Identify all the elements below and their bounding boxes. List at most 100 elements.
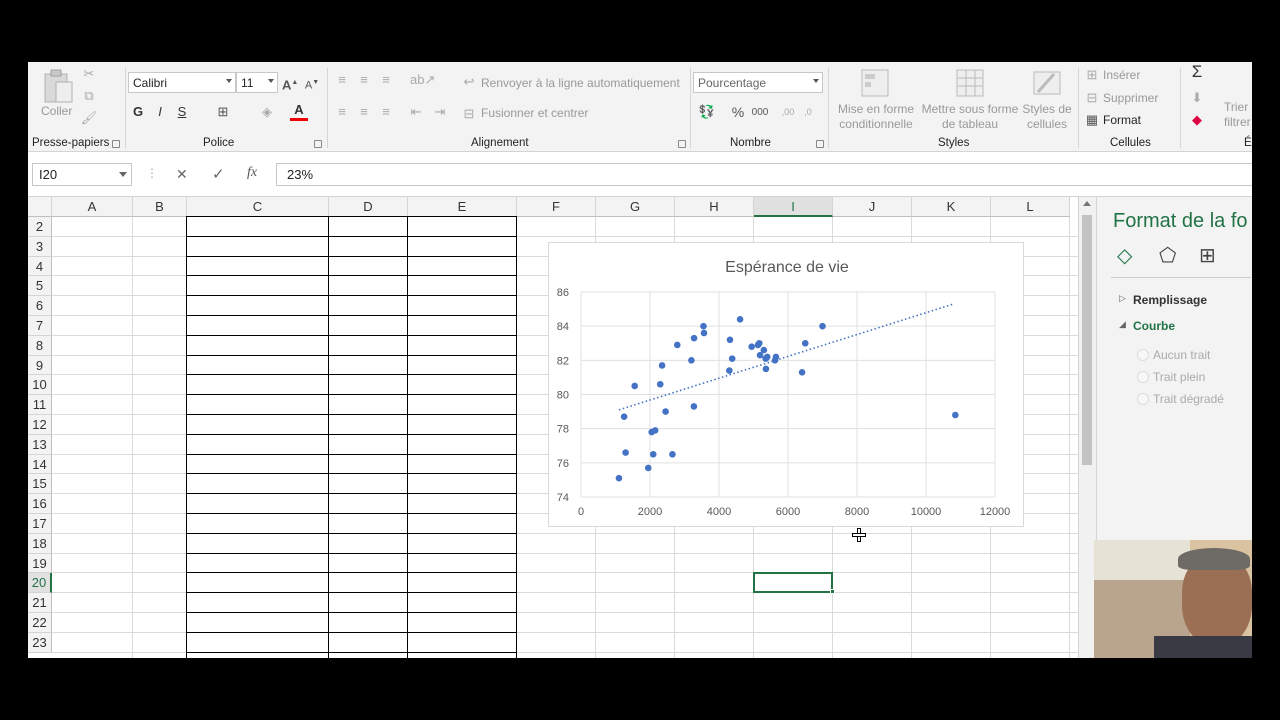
table-cell[interactable] — [329, 257, 408, 277]
table-cell[interactable] — [408, 237, 517, 257]
table-cell[interactable] — [408, 593, 517, 613]
align-middle-icon[interactable]: ≡ — [356, 72, 372, 88]
align-bottom-icon[interactable]: ≡ — [378, 72, 394, 88]
table-cell[interactable] — [329, 494, 408, 514]
table-cell[interactable] — [329, 395, 408, 415]
row-header-13[interactable]: 13 — [28, 434, 52, 455]
row-header-6[interactable]: 6 — [28, 296, 52, 316]
table-cell[interactable] — [408, 316, 517, 336]
table-cell[interactable] — [329, 455, 408, 475]
cell-styles-button[interactable]: Styles de cellules — [1020, 66, 1074, 132]
table-cell[interactable] — [329, 356, 408, 376]
table-cell[interactable] — [187, 395, 329, 415]
align-center-icon[interactable]: ≡ — [356, 104, 372, 120]
column-header-h[interactable]: H — [675, 197, 754, 217]
delete-button[interactable]: Supprimer — [1103, 91, 1158, 105]
table-cell[interactable] — [329, 237, 408, 257]
table-cell[interactable] — [329, 633, 408, 653]
row-header-16[interactable]: 16 — [28, 494, 52, 514]
table-cell[interactable] — [329, 514, 408, 534]
table-cell[interactable] — [187, 613, 329, 633]
line-section[interactable]: Courbe — [1133, 319, 1175, 333]
table-cell[interactable] — [187, 474, 329, 494]
table-cell[interactable] — [187, 573, 329, 593]
column-header-c[interactable]: C — [187, 197, 329, 217]
font-color-icon[interactable]: A — [290, 102, 308, 121]
align-right-icon[interactable]: ≡ — [378, 104, 394, 120]
scroll-up-icon[interactable] — [1083, 201, 1091, 206]
column-header-i[interactable]: I — [754, 197, 833, 217]
fill-handle[interactable] — [830, 589, 835, 595]
autosum-icon[interactable]: Σ — [1188, 63, 1206, 80]
cancel-icon[interactable]: ✕ — [176, 166, 188, 183]
row-header-18[interactable]: 18 — [28, 533, 52, 554]
table-cell[interactable] — [408, 336, 517, 356]
column-header-l[interactable]: L — [991, 197, 1070, 217]
clipboard-launcher[interactable] — [112, 140, 120, 148]
row-header-17[interactable]: 17 — [28, 514, 52, 534]
table-cell[interactable] — [329, 375, 408, 395]
align-left-icon[interactable]: ≡ — [334, 104, 350, 120]
italic-button[interactable]: I — [152, 104, 168, 120]
row-header-23[interactable]: 23 — [28, 632, 52, 653]
table-cell[interactable] — [187, 356, 329, 376]
cell-g20[interactable] — [602, 573, 673, 593]
line-collapse-icon[interactable]: ◢ — [1119, 319, 1126, 330]
scatter-chart[interactable]: Espérance de vie 74 76 78 80 82 84 86 0 2000 4000 6… — [548, 242, 1024, 527]
conditional-format-button[interactable]: Mise en forme conditionnelle — [832, 66, 920, 132]
row-header-7[interactable]: 7 — [28, 316, 52, 336]
orientation-icon[interactable]: ab↗ — [410, 72, 435, 88]
row-header-10[interactable]: 10 — [28, 375, 52, 396]
decrease-decimal-icon[interactable]: ,0 — [800, 104, 816, 120]
table-cell[interactable] — [329, 415, 408, 435]
table-cell[interactable] — [187, 633, 329, 653]
table-cell[interactable] — [329, 336, 408, 356]
wrap-text-button[interactable]: Renvoyer à la ligne automatiquement — [481, 76, 680, 90]
table-cell[interactable] — [187, 455, 329, 475]
table-cell[interactable] — [408, 257, 517, 277]
scroll-thumb[interactable] — [1082, 215, 1092, 465]
bold-button[interactable]: G — [130, 104, 146, 120]
number-launcher[interactable] — [816, 140, 824, 148]
row-header-4[interactable]: 4 — [28, 256, 52, 277]
radio-gradient-line[interactable] — [1137, 393, 1149, 405]
row-header-21[interactable]: 21 — [28, 593, 52, 613]
table-cell[interactable] — [329, 276, 408, 296]
paste-button[interactable]: Coller — [38, 66, 80, 132]
percent-button[interactable]: % — [730, 104, 746, 120]
table-cell[interactable] — [408, 554, 517, 574]
insert-button[interactable]: Insérer — [1103, 68, 1140, 82]
row-header-20[interactable]: 20 — [28, 573, 52, 594]
row-header-15[interactable]: 15 — [28, 474, 52, 495]
table-cell[interactable] — [187, 514, 329, 534]
column-header-d[interactable]: D — [329, 197, 408, 217]
fill-line-icon[interactable]: ◇ — [1117, 243, 1132, 268]
currency-icon[interactable]: 💱 — [698, 104, 716, 120]
borders-icon[interactable]: ⊞ — [214, 104, 232, 120]
sort-filter-button[interactable]: Trier et filtrer — [1224, 100, 1252, 130]
table-cell[interactable] — [329, 613, 408, 633]
radio-solid-line[interactable] — [1137, 371, 1149, 383]
formula-input[interactable]: 23% — [276, 163, 1252, 186]
table-cell[interactable] — [408, 276, 517, 296]
format-as-table-button[interactable]: Mettre sous forme de tableau — [920, 66, 1020, 132]
column-header-f[interactable]: F — [517, 197, 596, 217]
row-header-2[interactable]: 2 — [28, 217, 52, 237]
row-header-19[interactable]: 19 — [28, 553, 52, 574]
table-cell[interactable] — [187, 554, 329, 574]
table-cell[interactable] — [408, 474, 517, 494]
column-header-a[interactable]: A — [52, 197, 133, 217]
row-header-8[interactable]: 8 — [28, 335, 52, 356]
fill-color-icon[interactable]: ◈ — [258, 104, 276, 120]
row-header-14[interactable]: 14 — [28, 454, 52, 475]
table-cell[interactable] — [329, 296, 408, 316]
align-top-icon[interactable]: ≡ — [334, 72, 350, 88]
table-cell[interactable] — [408, 415, 517, 435]
table-cell[interactable] — [187, 375, 329, 395]
table-cell[interactable] — [187, 534, 329, 554]
row-header-9[interactable]: 9 — [28, 355, 52, 376]
row-header-22[interactable]: 22 — [28, 613, 52, 633]
decrease-indent-icon[interactable]: ⇤ — [408, 104, 424, 120]
clear-icon[interactable]: ◆ — [1188, 112, 1206, 128]
copy-icon[interactable]: ⧉ — [80, 88, 98, 104]
